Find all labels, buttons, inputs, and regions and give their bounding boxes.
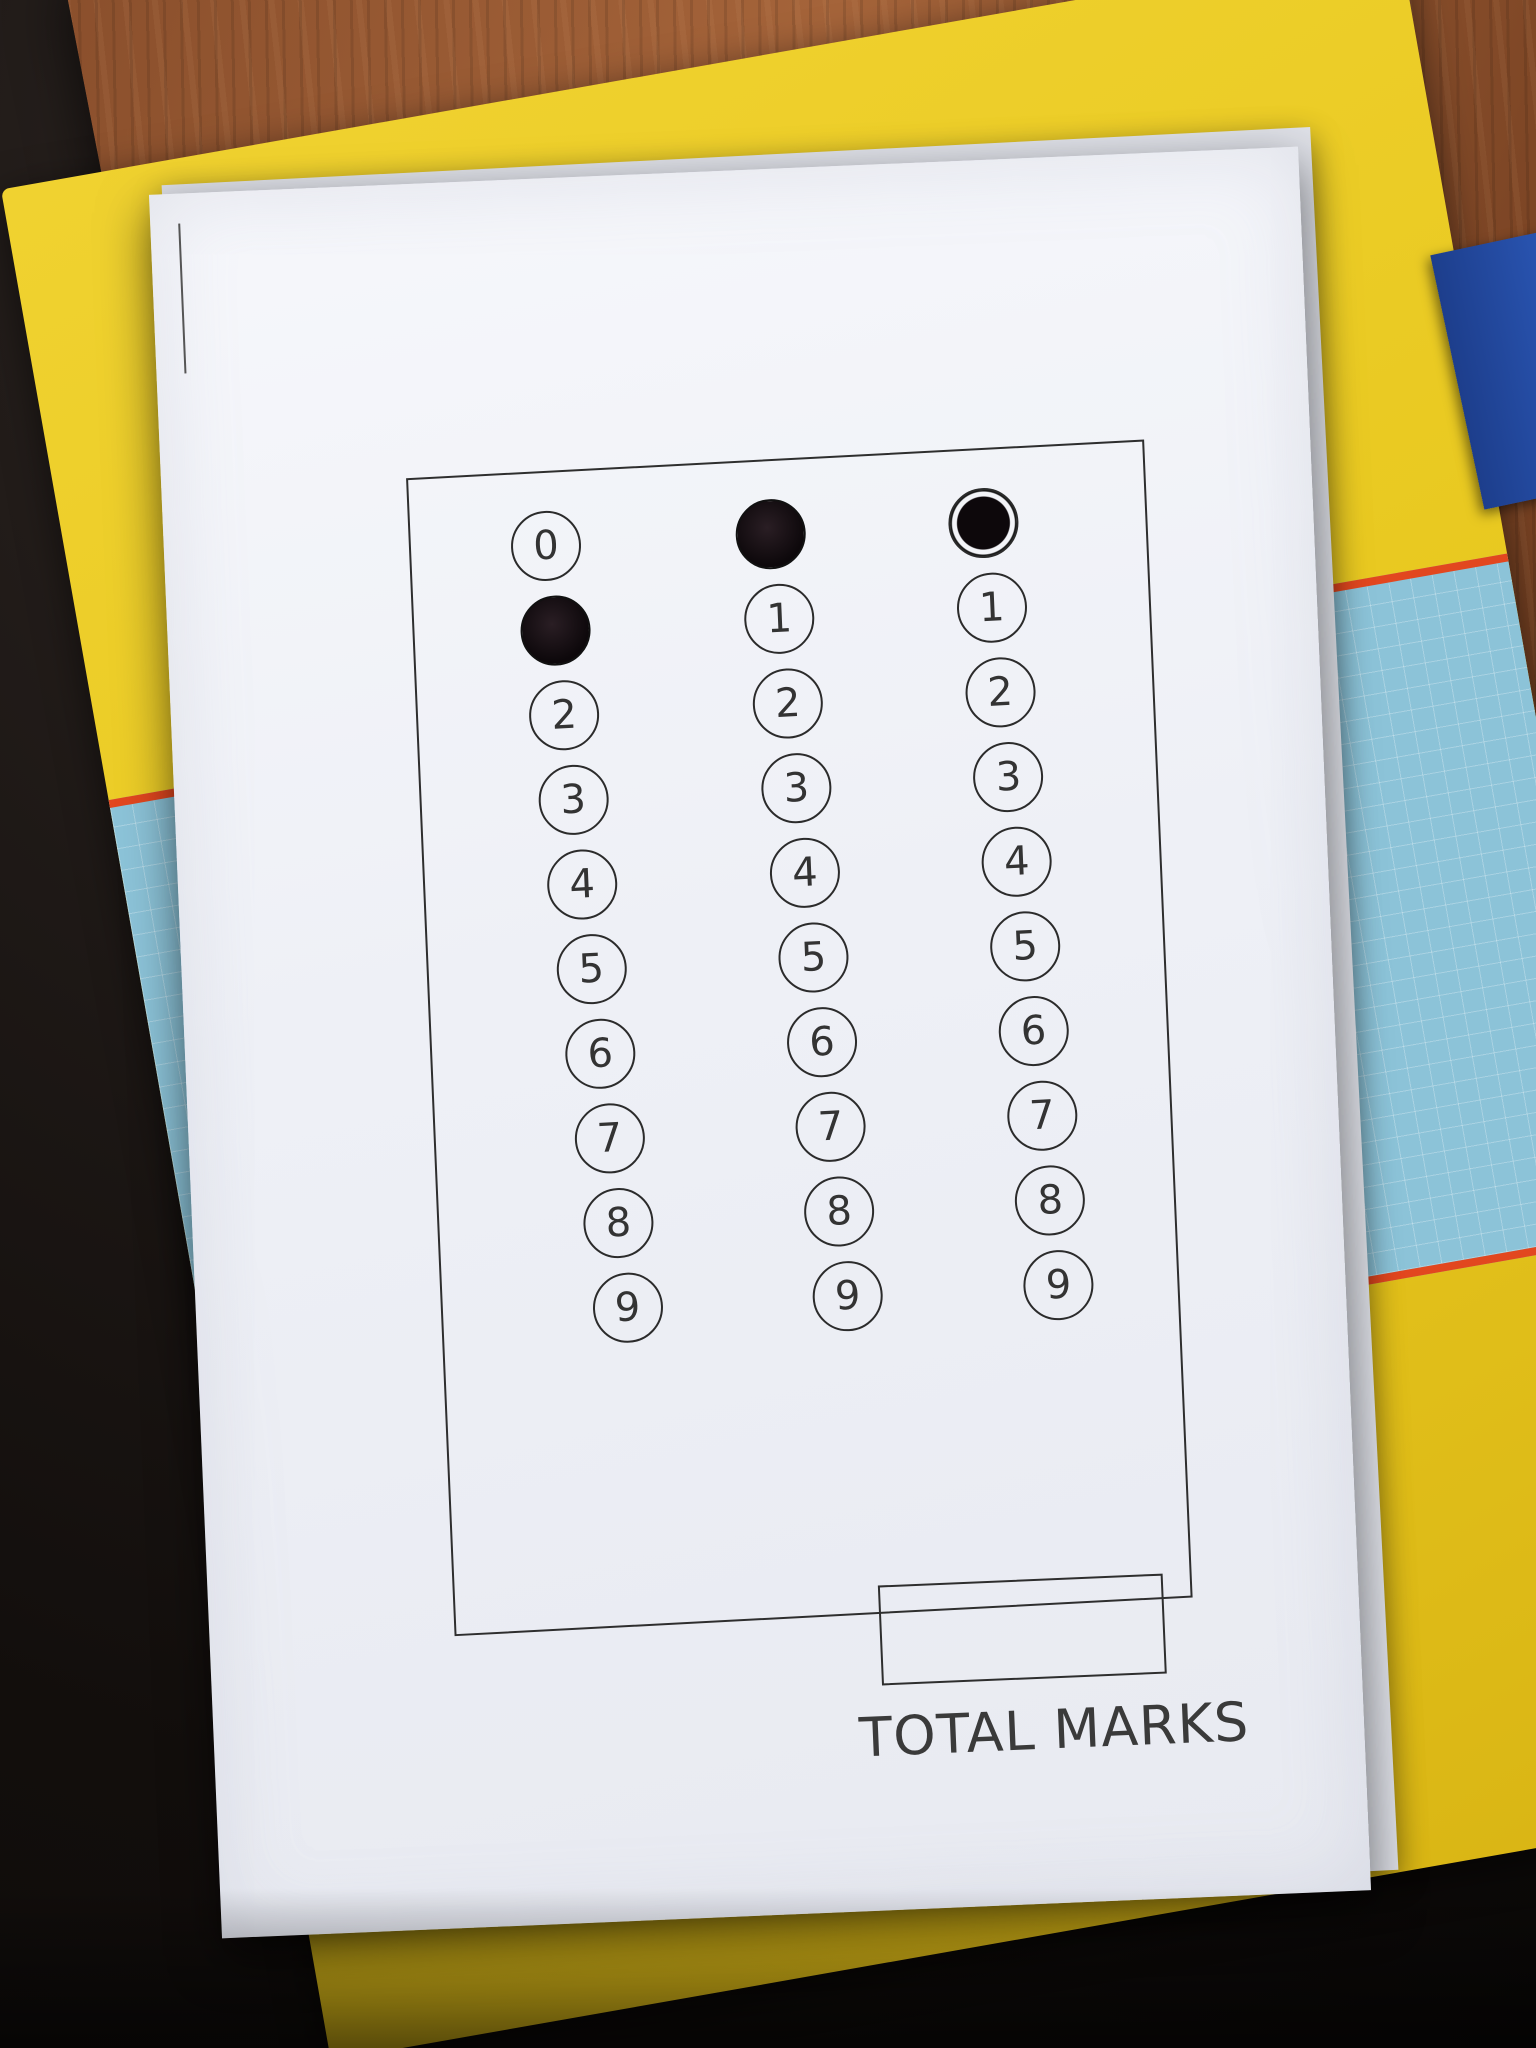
bubble-digit[interactable]: 7 [794,1090,868,1164]
answer-sheet: 0 1 2 3 4 5 6 7 8 9 0 1 2 3 4 5 6 7 8 9 0 1 2 3 4 5 6 7 8 9 TOTAL M… [148,146,1372,1939]
bubble-digit[interactable]: 2 [963,655,1037,730]
bubble-digit[interactable]: 3 [759,751,833,825]
bubble-digit[interactable]: 7 [572,1101,646,1176]
bubble-digit[interactable]: 4 [545,847,619,922]
bubble-digit[interactable]: 8 [1013,1163,1087,1238]
bubble-digit[interactable]: 8 [582,1186,655,1260]
bubble-digit[interactable]: 9 [591,1270,664,1345]
bubble-digit-marked[interactable]: 0 [734,497,808,571]
digit-column-3: 0 1 2 3 4 5 6 7 8 9 [947,486,1096,1322]
bubble-grid-frame: 0 1 2 3 4 5 6 7 8 9 0 1 2 3 4 5 6 7 8 9 0 1 2 3 4 5 6 7 8 9 [406,439,1193,1637]
bubble-digit[interactable]: 0 [509,509,583,583]
digit-column-1: 0 1 2 3 4 5 6 7 8 9 [509,509,664,1345]
bubble-digit[interactable]: 5 [554,932,628,1006]
bubble-digit[interactable]: 3 [536,763,610,837]
bubble-digit[interactable]: 6 [785,1005,859,1079]
digit-column-2: 0 1 2 3 4 5 6 7 8 9 [734,497,885,1333]
bubble-digit[interactable]: 9 [1022,1248,1096,1322]
bubble-digit[interactable]: 5 [988,909,1062,984]
bubble-digit[interactable]: 7 [1005,1078,1079,1153]
total-marks-label: TOTAL MARKS [857,1690,1251,1770]
bubble-digit[interactable]: 6 [997,994,1070,1068]
bubble-digit-marked[interactable]: 1 [518,593,592,668]
bubble-digit-marked[interactable]: 0 [947,486,1020,560]
bubble-digit[interactable]: 9 [811,1259,885,1333]
bubble-digit[interactable]: 2 [527,678,601,753]
margin-line [178,223,187,374]
bubble-digit[interactable]: 6 [563,1016,637,1091]
bubble-digit[interactable]: 1 [955,570,1029,645]
bottom-shadow [0,1888,1536,2048]
bubble-digit[interactable]: 4 [980,824,1054,899]
bubble-digit[interactable]: 1 [742,582,816,656]
bubble-digit[interactable]: 3 [972,740,1045,814]
bubble-digit[interactable]: 8 [802,1174,876,1249]
total-marks-box[interactable] [877,1573,1167,1686]
bubble-digit[interactable]: 5 [777,920,850,995]
photo-scene: 0 1 2 3 4 5 6 7 8 9 0 1 2 3 4 5 6 7 8 9 0 1 2 3 4 5 6 7 8 9 TOTAL M… [0,0,1536,2048]
bubble-digit[interactable]: 4 [768,836,842,910]
bubble-digit[interactable]: 2 [751,666,825,741]
